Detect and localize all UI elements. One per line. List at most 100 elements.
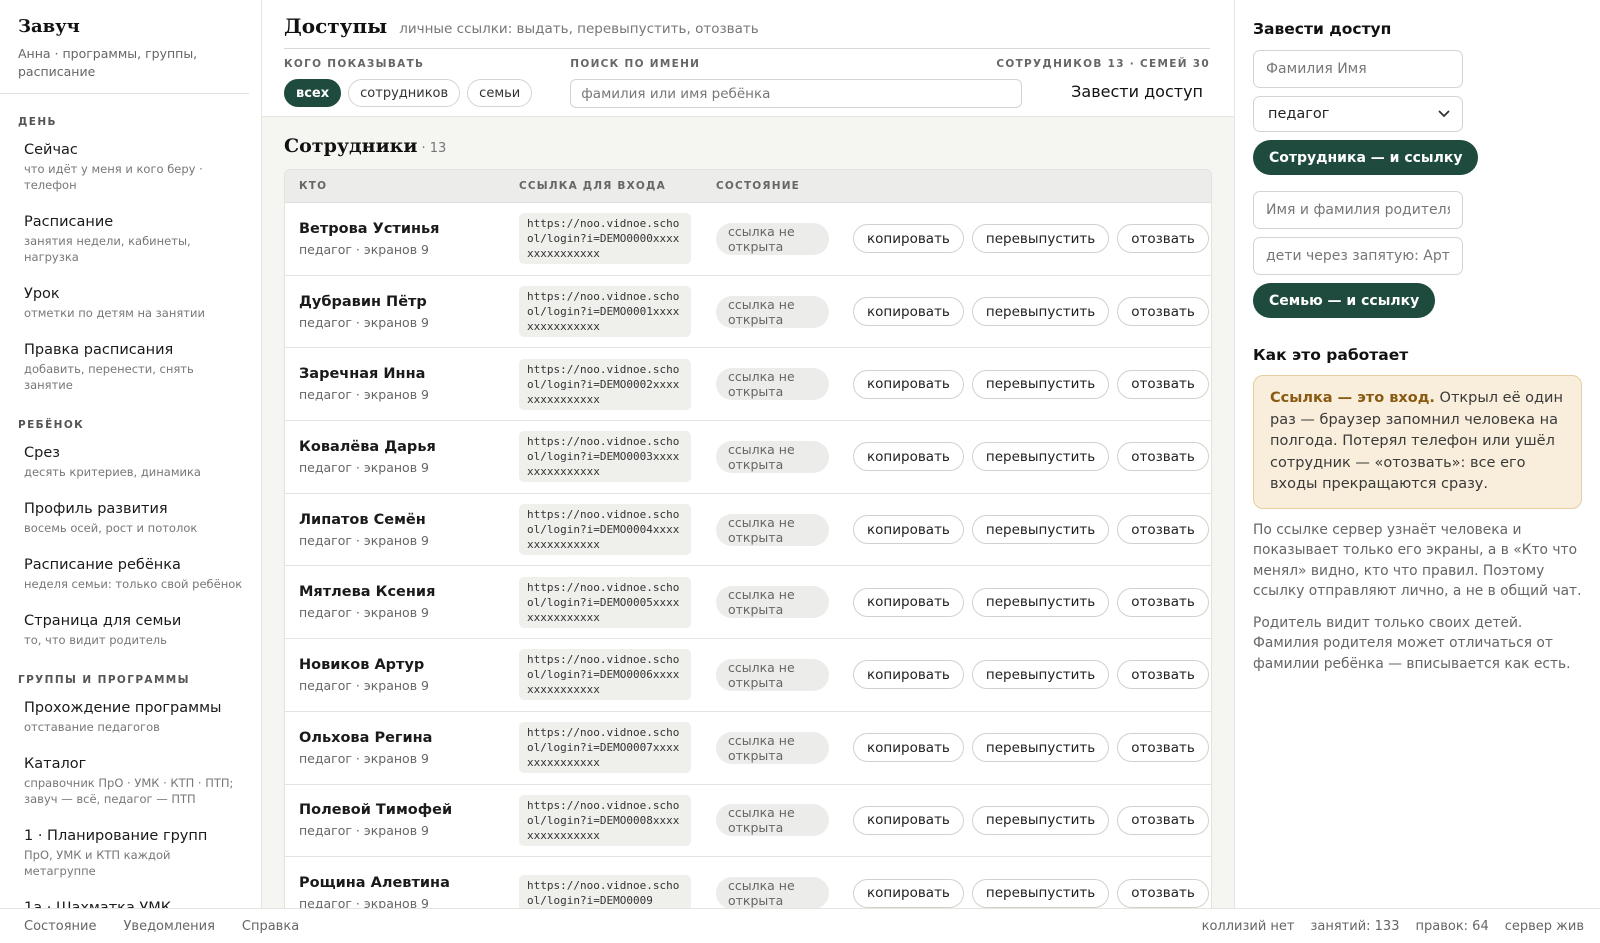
- staff-name: Ковалёва Дарья: [299, 438, 436, 455]
- reissue-button[interactable]: перевыпустить: [971, 515, 1110, 545]
- sidebar-item[interactable]: Страница для семьи то, что видит родитель: [0, 609, 261, 652]
- login-url[interactable]: https://noo.vidnoe.school/login?i=DEMO00…: [519, 794, 691, 846]
- footer-link-notifications[interactable]: Уведомления: [123, 919, 214, 934]
- role-select[interactable]: педагог: [1253, 96, 1463, 132]
- login-url[interactable]: https://noo.vidnoe.school/login?i=DEMO00…: [519, 649, 691, 701]
- counts-summary: СОТРУДНИКОВ 13 · СЕМЕЙ 30: [996, 58, 1210, 70]
- revoke-button[interactable]: отозвать: [1117, 733, 1209, 763]
- copy-button[interactable]: копировать: [853, 224, 964, 254]
- copy-button[interactable]: копировать: [853, 805, 964, 835]
- login-url[interactable]: https://noo.vidnoe.school/login?i=DEMO00…: [519, 504, 691, 556]
- sidebar-item-desc: отставание педагогов: [24, 720, 160, 734]
- copy-button[interactable]: копировать: [853, 587, 964, 617]
- sidebar-item[interactable]: Сейчас что идёт у меня и кого беру · теле…: [0, 138, 261, 197]
- revoke-button[interactable]: отозвать: [1117, 878, 1209, 908]
- reissue-button[interactable]: перевыпустить: [971, 805, 1110, 835]
- login-url[interactable]: https://noo.vidnoe.school/login?i=DEMO00…: [519, 431, 691, 483]
- filter-chips: всех сотрудников семьи: [284, 79, 533, 107]
- table-row: Рощина Алевтина педагог · экранов 9 http…: [285, 857, 1211, 908]
- sidebar-item[interactable]: Урок отметки по детям на занятии: [0, 282, 261, 325]
- filter-all[interactable]: всех: [284, 79, 342, 107]
- sidebar-item[interactable]: Профиль развития восемь осей, рост и пото…: [0, 497, 261, 540]
- reissue-button[interactable]: перевыпустить: [971, 660, 1110, 690]
- reissue-button[interactable]: перевыпустить: [971, 297, 1110, 327]
- status-server: сервер жив: [1504, 918, 1584, 934]
- filter-block: КОГО ПОКАЗЫВАТЬ всех сотрудников семьи: [284, 58, 533, 108]
- how-it-works-title: Как это работает: [1253, 346, 1409, 364]
- reissue-button[interactable]: перевыпустить: [971, 224, 1110, 254]
- copy-button[interactable]: копировать: [853, 878, 964, 908]
- copy-button[interactable]: копировать: [853, 369, 964, 399]
- sidebar-item[interactable]: Прохождение программы отставание педагого…: [0, 696, 261, 739]
- copy-button[interactable]: копировать: [853, 297, 964, 327]
- reissue-button[interactable]: перевыпустить: [971, 369, 1110, 399]
- sidebar-item[interactable]: 1 · Планирование групп ПрО, УМК и КТП каж…: [0, 824, 261, 883]
- state-cell: ссылка не открыта: [716, 368, 853, 401]
- copy-button[interactable]: копировать: [853, 660, 964, 690]
- staff-name: Рощина Алевтина: [299, 875, 450, 892]
- children-input[interactable]: [1253, 237, 1463, 275]
- copy-button[interactable]: копировать: [853, 733, 964, 763]
- reissue-button[interactable]: перевыпустить: [971, 587, 1110, 617]
- reissue-button[interactable]: перевыпустить: [971, 442, 1110, 472]
- status-bar: Состояние Уведомления Справка коллизий н…: [0, 908, 1600, 943]
- sidebar-item[interactable]: 1а · Шахматка УМКматрица покрытия: что у…: [0, 896, 261, 908]
- status-badge: ссылка не открыта: [716, 368, 829, 401]
- create-access-panel: Завести доступ педагог Сотрудника — и сс…: [1234, 0, 1600, 908]
- sidebar-section-label: ГРУППЫ И ПРОГРАММЫ: [18, 674, 190, 686]
- sidebar-item[interactable]: Расписание ребёнка неделя семьи: только с…: [0, 553, 261, 596]
- revoke-button[interactable]: отозвать: [1117, 369, 1209, 399]
- sidebar-item-desc: добавить, перенести, снять занятие: [24, 362, 194, 392]
- revoke-button[interactable]: отозвать: [1117, 442, 1209, 472]
- reissue-button[interactable]: перевыпустить: [971, 878, 1110, 908]
- staff-name: Мятлева Ксения: [299, 584, 436, 601]
- search-input[interactable]: [570, 79, 1023, 108]
- revoke-button[interactable]: отозвать: [1117, 587, 1209, 617]
- staff-count: · 13: [421, 141, 447, 156]
- login-url[interactable]: https://noo.vidnoe.school/login?i=DEMO00…: [519, 358, 691, 410]
- parent-name-input[interactable]: [1253, 191, 1463, 229]
- reissue-button[interactable]: перевыпустить: [971, 733, 1110, 763]
- filter-families[interactable]: семьи: [467, 79, 533, 107]
- create-access-link[interactable]: Завести доступ: [996, 82, 1203, 101]
- revoke-button[interactable]: отозвать: [1117, 297, 1209, 327]
- copy-button[interactable]: копировать: [853, 442, 964, 472]
- sidebar-item-desc: ПрО, УМК и КТП каждой метагруппе: [24, 848, 171, 878]
- add-staff-button[interactable]: Сотрудника — и ссылку: [1253, 140, 1479, 175]
- footer-link-status[interactable]: Состояние: [24, 919, 96, 934]
- revoke-button[interactable]: отозвать: [1117, 224, 1209, 254]
- status-badge: ссылка не открыта: [716, 731, 829, 764]
- row-actions: копировать перевыпустить отозвать: [853, 369, 1209, 399]
- staff-table: КТО ССЫЛКА ДЛЯ ВХОДА СОСТОЯНИЕ Ветрова У…: [284, 169, 1212, 908]
- sidebar-item[interactable]: Срез десять критериев, динамика: [0, 441, 261, 484]
- staff-meta: педагог · экранов 9: [299, 459, 429, 475]
- login-url[interactable]: https://noo.vidnoe.school/login?i=DEMO00…: [519, 213, 691, 265]
- row-actions: копировать перевыпустить отозвать: [853, 878, 1209, 908]
- row-actions: копировать перевыпустить отозвать: [853, 224, 1209, 254]
- staff-meta: педагог · экранов 9: [299, 532, 429, 548]
- revoke-button[interactable]: отозвать: [1117, 805, 1209, 835]
- sidebar-item-desc: занятия недели, кабинеты, нагрузка: [24, 234, 191, 264]
- info-note-bold: Ссылка — это вход.: [1270, 390, 1435, 406]
- counts-block: СОТРУДНИКОВ 13 · СЕМЕЙ 30 Завести доступ: [996, 58, 1210, 101]
- login-url[interactable]: https://noo.vidnoe.school/login?i=DEMO00…: [519, 722, 691, 774]
- sidebar-item-label: 1а · Шахматка УМК: [24, 900, 172, 908]
- login-url[interactable]: https://noo.vidnoe.school/login?i=DEMO00…: [519, 875, 691, 908]
- search-block: ПОИСК ПО ИМЕНИ: [570, 58, 1023, 108]
- staff-name: Полевой Тимофей: [299, 802, 453, 819]
- sidebar-item[interactable]: Правка расписания добавить, перенести, сн…: [0, 338, 261, 397]
- add-family-button[interactable]: Семью — и ссылку: [1253, 283, 1436, 318]
- sidebar-item[interactable]: Расписание занятия недели, кабинеты, нагр…: [0, 210, 261, 269]
- sidebar-item-label: Расписание ребёнка: [24, 557, 181, 573]
- table-row: Полевой Тимофей педагог · экранов 9 http…: [285, 785, 1211, 858]
- user-subtitle: Анна · программы, группы, расписание: [18, 46, 198, 79]
- login-url[interactable]: https://noo.vidnoe.school/login?i=DEMO00…: [519, 576, 691, 628]
- sidebar-item[interactable]: Каталог справочник ПрО · УМК · КТП · ПТП;…: [0, 752, 261, 811]
- filter-staff[interactable]: сотрудников: [348, 79, 461, 107]
- revoke-button[interactable]: отозвать: [1117, 660, 1209, 690]
- revoke-button[interactable]: отозвать: [1117, 515, 1209, 545]
- login-url[interactable]: https://noo.vidnoe.school/login?i=DEMO00…: [519, 286, 691, 338]
- copy-button[interactable]: копировать: [853, 515, 964, 545]
- staff-name-input[interactable]: [1253, 50, 1463, 88]
- footer-link-help[interactable]: Справка: [242, 919, 299, 934]
